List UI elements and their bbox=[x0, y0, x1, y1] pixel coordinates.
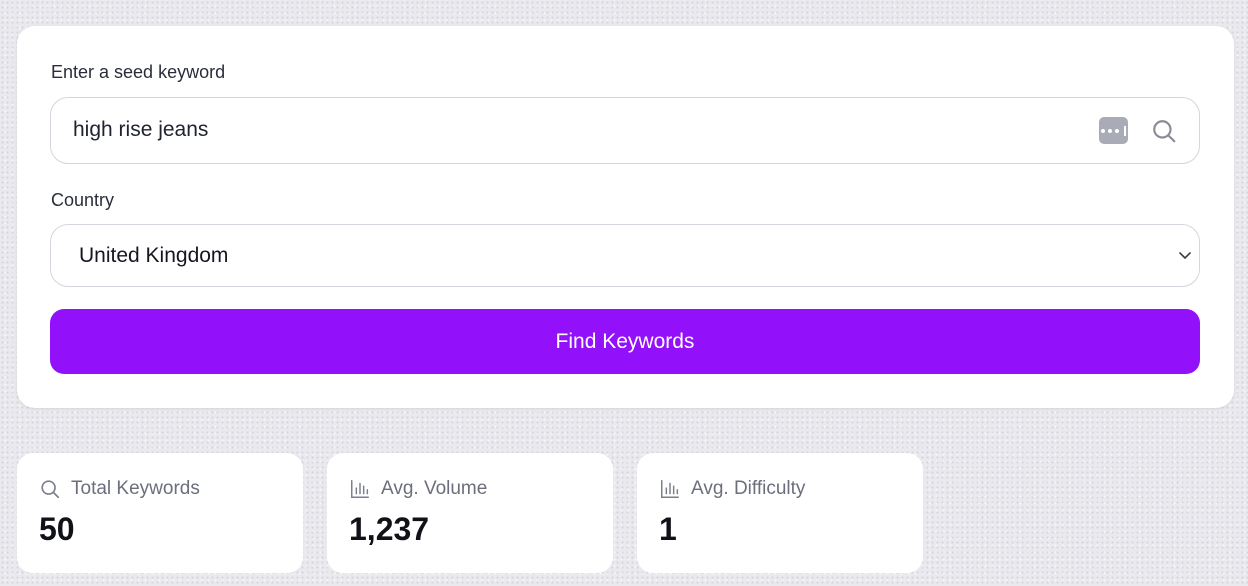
stat-header: Avg. Volume bbox=[349, 478, 487, 500]
stat-value: 1 bbox=[659, 511, 677, 547]
country-label: Country bbox=[51, 190, 115, 210]
bar-chart-icon bbox=[661, 480, 679, 498]
stat-label: Avg. Volume bbox=[381, 478, 488, 499]
country-select-value: United Kingdom bbox=[79, 244, 229, 267]
search-icon[interactable] bbox=[1151, 118, 1177, 144]
stat-card-total-keywords: Total Keywords 50 bbox=[17, 453, 303, 573]
stat-value: 1,237 bbox=[349, 511, 430, 547]
country-select[interactable]: United Kingdom bbox=[50, 224, 1200, 287]
chevron-down-icon bbox=[1179, 252, 1191, 259]
seed-keyword-label: Enter a seed keyword bbox=[51, 62, 226, 82]
stat-value: 50 bbox=[39, 511, 75, 547]
find-keywords-button[interactable]: Find Keywords bbox=[50, 309, 1200, 374]
seed-keyword-field[interactable] bbox=[50, 97, 1200, 164]
stat-label: Total Keywords bbox=[71, 478, 200, 499]
seed-keyword-input[interactable] bbox=[73, 98, 1073, 162]
stat-card-avg-difficulty: Avg. Difficulty 1 bbox=[637, 453, 923, 573]
stat-card-avg-volume: Avg. Volume 1,237 bbox=[327, 453, 613, 573]
password-manager-icon[interactable] bbox=[1099, 117, 1128, 144]
keyword-search-card: Enter a seed keyword Country United King… bbox=[17, 26, 1234, 408]
stat-header: Total Keywords bbox=[39, 478, 200, 500]
stat-label: Avg. Difficulty bbox=[691, 478, 806, 499]
bar-chart-icon bbox=[351, 480, 369, 498]
search-icon bbox=[41, 480, 60, 499]
stat-header: Avg. Difficulty bbox=[659, 478, 805, 500]
